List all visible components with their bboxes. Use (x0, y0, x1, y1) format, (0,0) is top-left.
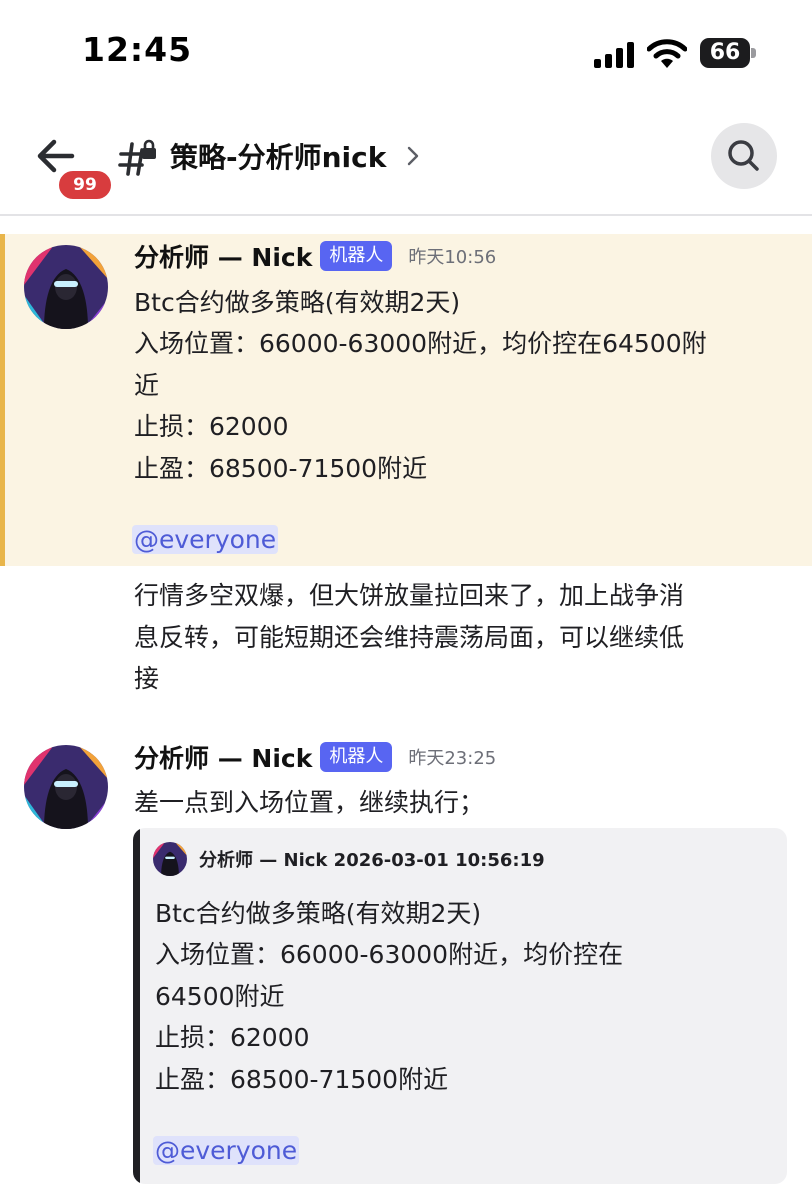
message-header: 分析师 — Nick 机器人 昨天23:25 (134, 739, 496, 779)
forwarded-message-meta: 分析师 — Nick 2026-03-01 10:56:19 (199, 850, 545, 871)
message-text-line: 近 (134, 371, 160, 400)
bot-tag: 机器人 (320, 742, 393, 772)
author-name[interactable]: 分析师 — Nick (134, 243, 312, 272)
hash-lock-icon (118, 139, 156, 176)
message-text-line: 接 (134, 664, 160, 693)
forwarded-text-line: 入场位置：66000-63000附近，均价控在 (155, 940, 624, 969)
quote-bar (133, 828, 140, 1184)
everyone-mention[interactable]: @everyone (153, 1136, 300, 1165)
avatar[interactable] (24, 245, 108, 329)
everyone-mention[interactable]: @everyone (132, 525, 279, 554)
message-timestamp: 昨天10:56 (408, 247, 497, 268)
message-text-line: 止损：62000 (134, 412, 289, 441)
message-text-line: 息反转，可能短期还会维持震荡局面，可以继续低 (134, 623, 685, 652)
message-text-line: 入场位置：66000-63000附近，均价控在64500附 (134, 329, 707, 358)
search-button[interactable] (711, 123, 777, 189)
cellular-signal-icon (594, 40, 636, 68)
hooded-figure-avatar-icon (24, 245, 108, 329)
reply-avatar (153, 842, 187, 876)
header-divider (0, 214, 812, 216)
search-icon (728, 140, 759, 171)
message-timestamp: 昨天23:25 (408, 748, 497, 769)
message-text-line: Btc合约做多策略(有效期2天) (134, 288, 461, 317)
forwarded-message-card[interactable]: 分析师 — Nick 2026-03-01 10:56:19 Btc合约做多策略… (133, 828, 787, 1184)
bot-tag: 机器人 (320, 241, 393, 271)
wifi-icon (647, 39, 687, 68)
battery-icon: 66 (700, 38, 756, 68)
forwarded-text-line: 止损：62000 (155, 1023, 310, 1052)
unread-badge: 99 (56, 168, 114, 202)
mention-indicator-bar (0, 234, 5, 566)
message-text-line: 差一点到入场位置，继续执行； (134, 788, 485, 817)
message-text-line: 止盈：68500-71500附近 (134, 454, 428, 483)
status-bar: 12:45 66 (0, 0, 812, 100)
forwarded-text-line: 64500附近 (155, 982, 285, 1011)
channel-title[interactable]: 策略-分析师nick (170, 136, 386, 176)
hooded-figure-avatar-icon (24, 745, 108, 829)
chevron-right-icon[interactable] (405, 143, 421, 169)
forwarded-text-line: Btc合约做多策略(有效期2天) (155, 899, 482, 928)
forwarded-text-line: 止盈：68500-71500附近 (155, 1065, 449, 1094)
avatar[interactable] (24, 745, 108, 829)
author-name[interactable]: 分析师 — Nick (134, 744, 312, 773)
message-header: 分析师 — Nick 机器人 昨天10:56 (134, 238, 496, 278)
status-time: 12:45 (82, 30, 193, 69)
message-text-line: 行情多空双爆，但大饼放量拉回来了，加上战争消 (134, 581, 685, 610)
channel-header: 99 策略-分析师nick (0, 110, 812, 214)
battery-level: 66 (700, 38, 750, 68)
hooded-figure-avatar-icon (153, 842, 187, 876)
